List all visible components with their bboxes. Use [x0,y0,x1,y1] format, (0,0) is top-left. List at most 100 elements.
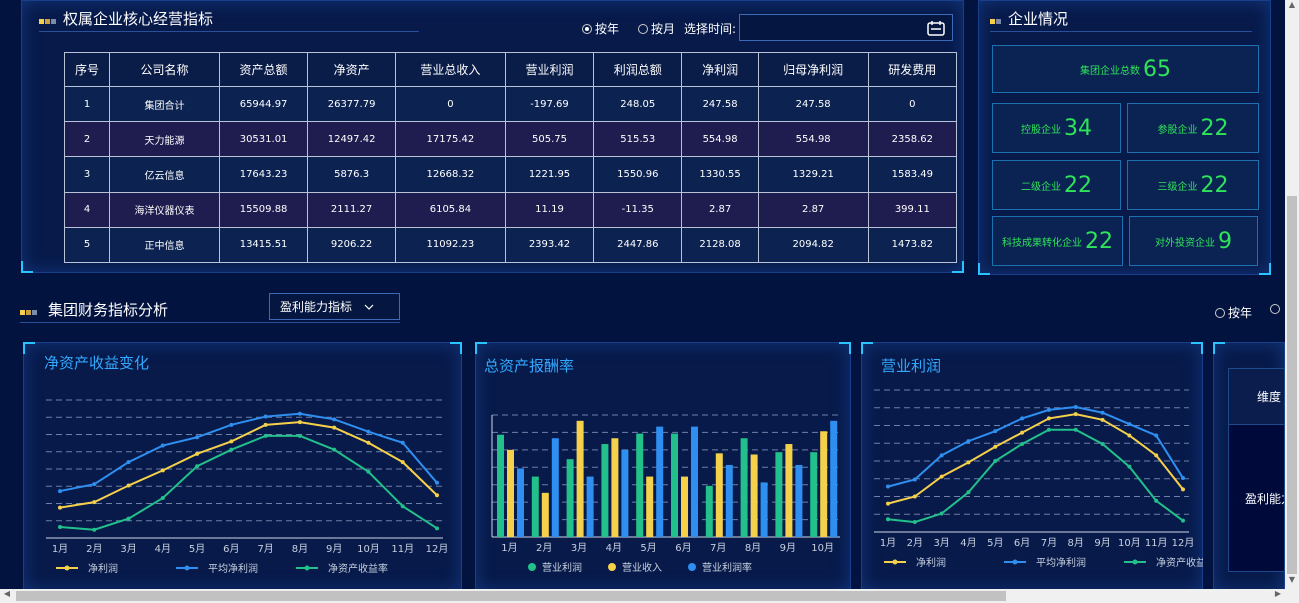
data-point [58,505,62,510]
legend-swatch [608,563,616,571]
data-point [160,443,165,448]
data-point [400,440,405,445]
table-cell: 3 [63,156,111,193]
table-cell: 12497.42 [307,121,396,158]
scroll-up-icon[interactable]: ▲ [1285,0,1299,14]
data-point [912,477,917,482]
bar [531,476,539,537]
vertical-scroll-thumb[interactable] [1287,196,1297,574]
x-tick-label: 10月 [1118,537,1141,549]
radio-checked-icon [582,23,592,34]
bar [715,453,723,537]
data-point [229,447,234,452]
table-cell: 247.58 [757,85,869,123]
bar [507,449,514,537]
column-header: 资产总额 [218,52,309,87]
bar [611,438,619,537]
data-point [435,480,439,485]
table-cell: 5 [63,226,111,264]
vertical-scrollbar[interactable]: ▲ ▼ [1285,0,1299,589]
scroll-left-icon[interactable]: ◀ [0,589,14,603]
data-point [993,459,998,463]
table-cell: 26377.79 [307,85,396,123]
table-row[interactable]: 3 亿云信息 17643.23 5876.3 12668.32 1221.95 1550.9… [63,156,958,193]
x-tick-label: 5月 [640,542,656,554]
data-point [160,495,165,500]
data-point [1127,464,1132,469]
table-header-row: 序号 公司名称 资产总额 净资产 营业总收入 营业利润 利润总额 净利润 归母净利润 研发费用 [63,52,958,87]
title-squares-icon [39,10,57,28]
data-point [993,444,998,449]
x-tick-label: 6月 [223,543,239,555]
table-cell: 505.75 [504,121,595,158]
indicator-dropdown[interactable]: 盈利能力指标 [269,293,400,320]
column-header: 利润总额 [593,52,683,87]
x-tick-label: 4月 [960,537,976,549]
data-point [92,500,97,505]
x-tick-label: 4月 [155,543,171,555]
table-cell: 4 [63,191,111,228]
horizontal-scroll-thumb[interactable] [16,591,1006,601]
x-tick-label: 2月 [536,542,552,554]
table-cell: 13415.51 [218,226,309,264]
scroll-down-icon[interactable]: ▼ [1285,575,1299,589]
x-tick-label: 3月 [120,543,136,555]
horizontal-scrollbar[interactable]: ◀ ▶ [0,589,1299,603]
data-point [886,501,890,506]
legend-label: 营业利润 [542,561,582,574]
bar [671,433,678,537]
data-point [1100,417,1105,422]
time-picker-input[interactable] [739,14,953,41]
table-row[interactable]: 2 天力能源 30531.01 12497.42 17175.42 505.75 515.5… [63,121,958,158]
table-cell: 17175.42 [394,121,506,158]
bar [820,431,828,537]
data-point [332,425,337,430]
data-point [332,447,337,452]
legend-label: 营业收入 [622,561,662,574]
kpi-radio-month[interactable]: 按月 [638,20,675,37]
data-point [400,504,405,509]
legend-label: 净资产收益率 [328,562,388,575]
bar [636,433,644,537]
data-point [366,440,371,445]
column-header: 营业利润 [504,52,595,87]
data-point [126,460,131,465]
calendar-icon[interactable] [927,20,945,36]
table-row[interactable]: 5 正中信息 13415.51 9206.22 11092.23 2393.42 2447.… [63,226,958,264]
scroll-right-icon[interactable]: ▶ [1271,589,1285,603]
legend-swatch [688,563,696,571]
finance-radio-year[interactable]: 按年 [1215,304,1252,321]
bar [541,492,549,537]
x-tick-label: 1月 [501,542,517,554]
table-row[interactable]: 4 海洋仪器仪表 15509.88 2111.27 6105.84 11.19 -11.35… [63,191,958,228]
kpi-radio-year[interactable]: 按年 [582,20,619,37]
data-point [966,460,971,465]
finance-radio-partial[interactable] [1270,304,1280,314]
chevron-down-icon [364,304,374,310]
x-tick-label: 2月 [86,543,102,555]
column-header: 净资产 [307,52,396,87]
x-tick-label: 5月 [189,543,205,555]
data-point [92,527,97,532]
data-point [1046,416,1051,421]
data-point [400,460,405,465]
table-cell: 2.87 [681,191,759,228]
x-tick-label: 3月 [933,537,949,549]
chart-title-roa: 总资产报酬率 [484,357,575,375]
data-point [1127,422,1132,427]
table-cell: 515.53 [593,121,683,158]
x-tick-label: 6月 [1014,537,1030,549]
data-point [1154,498,1159,503]
x-tick-label: 7月 [1041,537,1057,549]
panel-corner [1213,342,1225,354]
x-tick-label: 11月 [1145,537,1168,549]
table-cell: 17643.23 [218,156,309,193]
table-cell: 9206.22 [307,226,396,264]
data-point [1073,412,1078,417]
column-header: 公司名称 [109,52,220,87]
series-line [59,412,438,493]
table-row[interactable]: 1 集团合计 65944.97 26377.79 0 -197.69 248.05 247.5… [63,85,958,123]
table-cell: 2 [63,121,111,158]
legend-swatch [892,559,898,565]
bar [576,420,584,537]
